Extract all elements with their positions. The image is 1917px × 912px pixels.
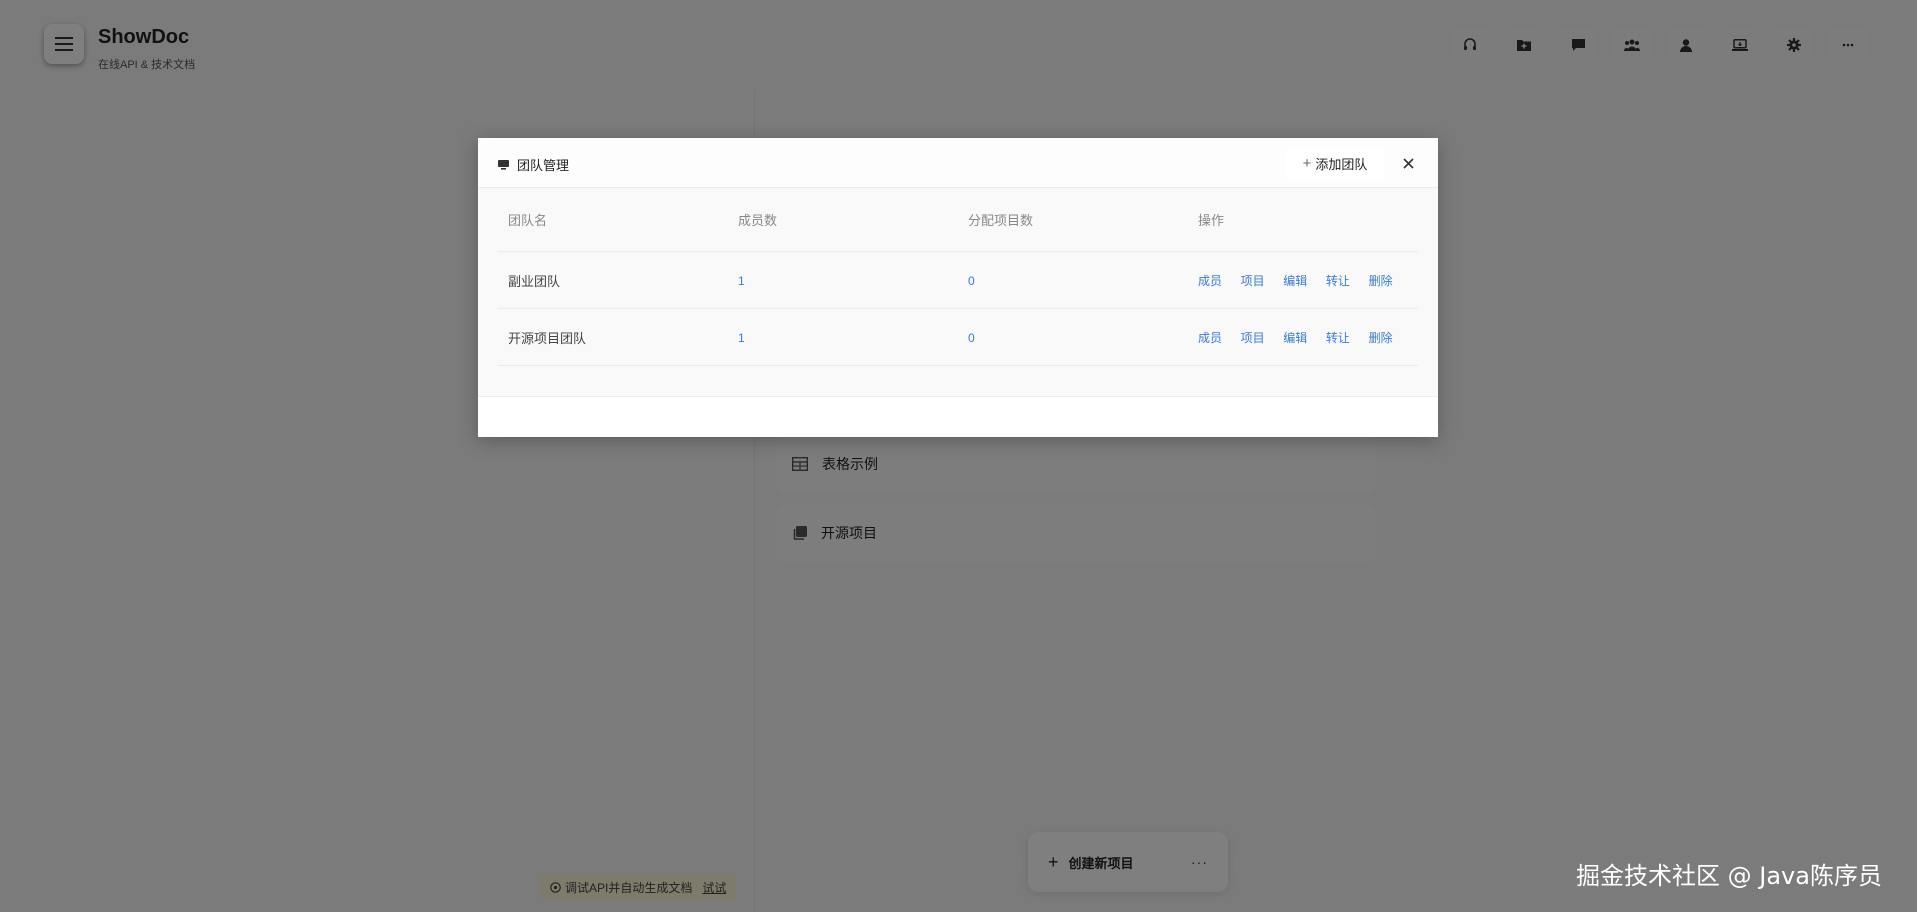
team-name: 开源项目团队 [508,330,587,346]
modal-overlay[interactable] [0,0,1917,912]
column-header: 操作 [1198,213,1225,228]
edit-link[interactable]: 编辑 [1283,274,1307,288]
row-actions: 成员 项目 编辑 转让 删除 [1188,329,1418,346]
table-header: 团队名 成员数 分配项目数 操作 [498,188,1418,252]
transfer-link[interactable]: 转让 [1326,331,1350,345]
member-count[interactable]: 1 [738,331,745,345]
team-management-dialog: 团队管理 + 添加团队 团队名 成员数 分配项目数 操作 副业团队 1 0 成员… [478,138,1438,437]
transfer-link[interactable]: 转让 [1326,274,1350,288]
projects-link[interactable]: 项目 [1241,331,1265,345]
column-header: 团队名 [508,213,548,228]
members-link[interactable]: 成员 [1198,331,1222,345]
projects-link[interactable]: 项目 [1241,274,1265,288]
project-count[interactable]: 0 [968,331,975,345]
team-table: 团队名 成员数 分配项目数 操作 副业团队 1 0 成员 项目 编辑 转让 删除… [498,188,1418,366]
team-name: 副业团队 [508,273,561,289]
edit-link[interactable]: 编辑 [1283,331,1307,345]
table-row: 副业团队 1 0 成员 项目 编辑 转让 删除 [498,252,1418,309]
dialog-title: 团队管理 [517,158,570,173]
close-button[interactable] [1394,149,1422,177]
row-actions: 成员 项目 编辑 转让 删除 [1188,272,1418,289]
add-team-label: 添加团队 [1315,156,1368,172]
member-count[interactable]: 1 [738,274,745,288]
close-icon [1402,157,1414,169]
monitor-icon [498,159,509,170]
delete-link[interactable]: 删除 [1369,331,1393,345]
add-team-button[interactable]: + 添加团队 [1286,147,1384,179]
dialog-header: 团队管理 + 添加团队 [478,138,1438,188]
watermark: 掘金技术社区 @ Java陈序员 [1576,862,1882,890]
column-header: 成员数 [738,213,778,228]
table-row: 开源项目团队 1 0 成员 项目 编辑 转让 删除 [498,309,1418,366]
members-link[interactable]: 成员 [1198,274,1222,288]
column-header: 分配项目数 [968,213,1034,228]
plus-icon: + [1302,154,1312,172]
delete-link[interactable]: 删除 [1369,274,1393,288]
project-count[interactable]: 0 [968,274,975,288]
dialog-footer [478,396,1438,437]
